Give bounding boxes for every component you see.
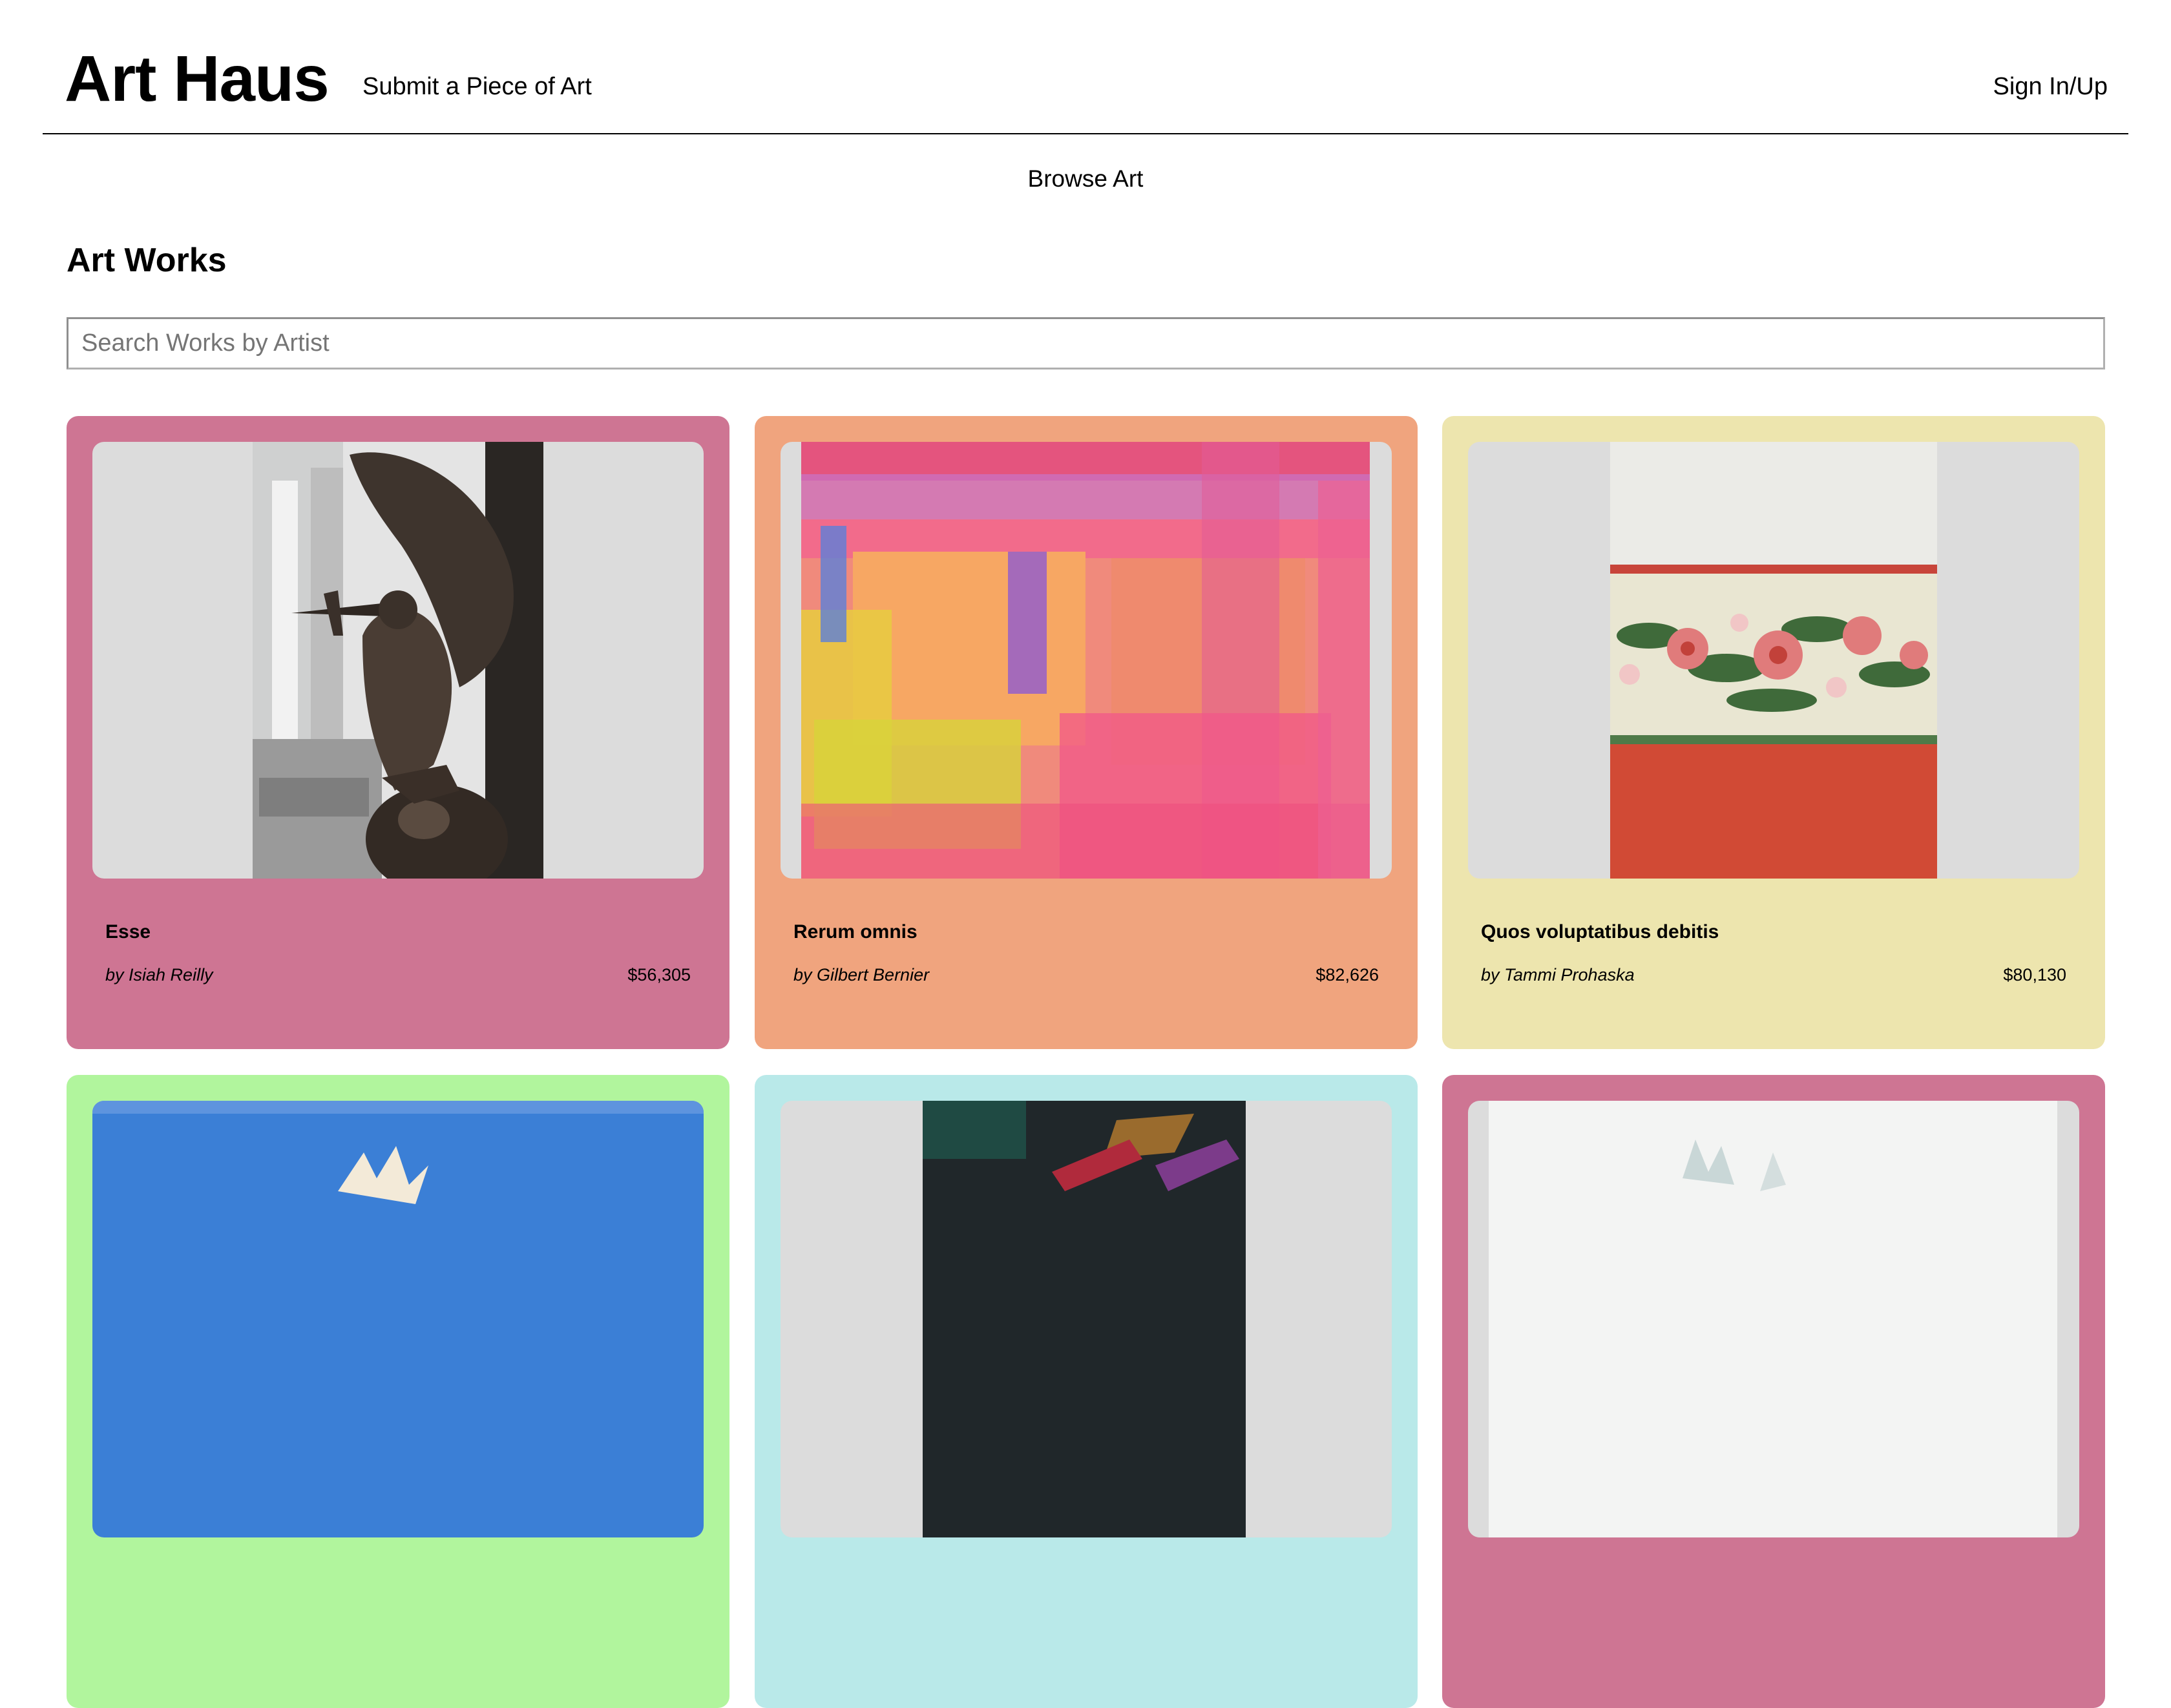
sign-in-link[interactable]: Sign In/Up xyxy=(1993,72,2108,101)
artwork-image xyxy=(1489,1101,2057,1537)
art-title[interactable]: Esse xyxy=(105,920,151,944)
art-title[interactable]: Quos voluptatibus debitis xyxy=(1481,920,1719,944)
search-input[interactable] xyxy=(67,317,2105,370)
art-card[interactable]: Esse by Isiah Reilly $56,305 xyxy=(67,416,729,1049)
artwork-image xyxy=(1610,442,1937,879)
brand-logo[interactable]: Art Haus xyxy=(65,40,330,118)
art-card[interactable]: Rerum omnis by Gilbert Bernier $82,626 xyxy=(755,416,1418,1049)
art-card[interactable] xyxy=(755,1075,1418,1708)
art-image-frame xyxy=(92,1101,704,1537)
art-artist: by Tammi Prohaska xyxy=(1481,965,1635,984)
art-image-frame xyxy=(92,442,704,879)
submit-art-link[interactable]: Submit a Piece of Art xyxy=(362,72,592,101)
art-price: $80,130 xyxy=(2003,965,2066,984)
art-card[interactable]: Quos voluptatibus debitis by Tammi Proha… xyxy=(1442,416,2105,1049)
art-price: $82,626 xyxy=(1316,965,1379,984)
browse-art-link[interactable]: Browse Art xyxy=(1028,165,1144,192)
art-image-frame xyxy=(781,1101,1392,1537)
art-image-frame xyxy=(1468,1101,2079,1537)
artwork-image xyxy=(801,442,1370,879)
artwork-image xyxy=(92,1101,704,1537)
page-title: Art Works xyxy=(67,242,227,279)
art-price: $56,305 xyxy=(627,965,691,984)
art-title[interactable]: Rerum omnis xyxy=(793,920,918,944)
art-artist: by Isiah Reilly xyxy=(105,965,213,984)
artwork-image xyxy=(253,442,543,879)
art-card[interactable] xyxy=(67,1075,729,1708)
art-image-frame xyxy=(1468,442,2079,879)
art-artist: by Gilbert Bernier xyxy=(793,965,930,984)
artwork-image xyxy=(923,1101,1246,1537)
art-image-frame xyxy=(781,442,1392,879)
subnav: Browse Art xyxy=(0,164,2171,194)
site-header: Art Haus Submit a Piece of Art Sign In/U… xyxy=(43,0,2128,134)
art-card[interactable] xyxy=(1442,1075,2105,1708)
